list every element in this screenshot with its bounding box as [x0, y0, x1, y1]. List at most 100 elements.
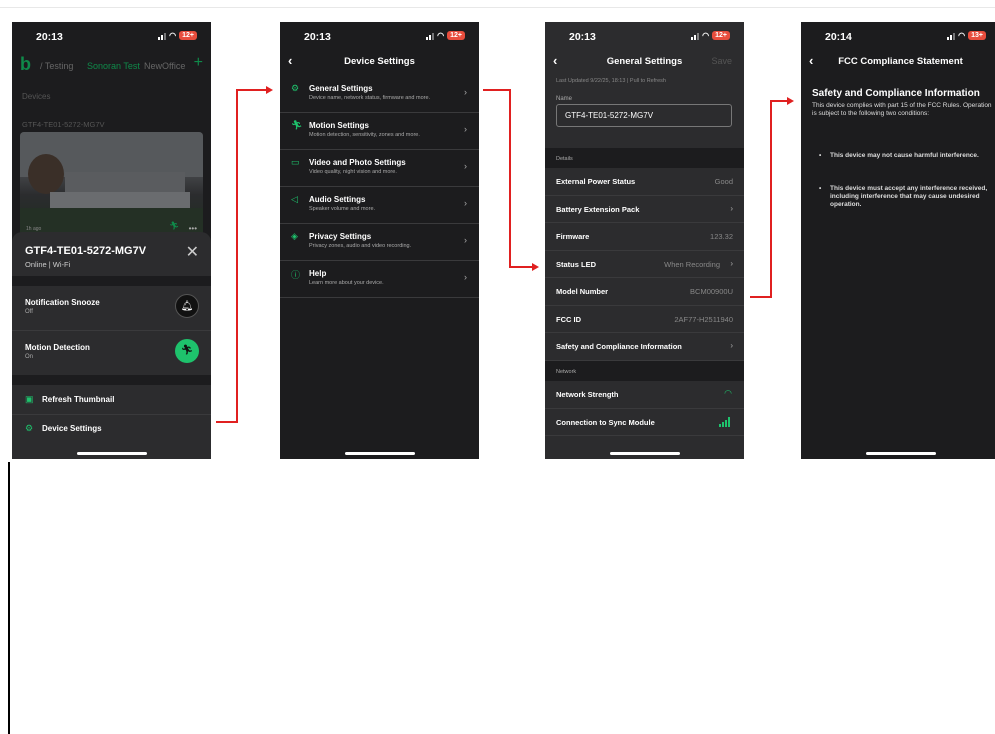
item-description: Video quality, night vision and more.: [309, 169, 397, 175]
sheet-title: GTF4-TE01-5272-MG7V: [25, 245, 147, 257]
chevron-right-icon: ›: [464, 198, 467, 208]
fcc-bullet: • This device may not cause harmful inter…: [819, 152, 989, 160]
nav-bar: ‹ General Settings Save: [545, 52, 744, 72]
item-label: Privacy Settings: [309, 232, 372, 241]
row-label: Safety and Compliance Information: [556, 342, 682, 351]
device-settings-button[interactable]: ⚙ Device Settings: [12, 416, 211, 442]
motion-detection-row[interactable]: Motion Detection On 🏃︎: [12, 331, 211, 375]
help-item[interactable]: ⓘ Help Learn more about your device. ›: [280, 261, 479, 298]
status-bar: 20:13 ◠ 12+: [545, 22, 744, 52]
camera-thumbnail[interactable]: 1h ago 🏃︎ •••: [20, 132, 203, 237]
safety-compliance-row[interactable]: Safety and Compliance Information ›: [545, 333, 744, 361]
status-icons: ◠ 12+: [158, 31, 197, 40]
bell-snooze-icon[interactable]: 🔔︎: [175, 294, 199, 318]
notification-snooze-row[interactable]: Notification Snooze Off 🔔︎: [12, 286, 211, 330]
home-indicator: [344, 452, 415, 455]
network-section-header: Network: [545, 361, 744, 381]
status-bar: 20:13 ◠ 12+: [280, 22, 479, 52]
row-value: Good: [714, 177, 733, 186]
status-bar: 20:14 ◠ 13+: [801, 22, 995, 52]
video-icon: ▭: [291, 157, 300, 167]
left-rule: [8, 462, 10, 734]
home-indicator: [76, 452, 147, 455]
chevron-right-icon: ›: [464, 235, 467, 245]
wifi-icon: ◠: [958, 31, 966, 40]
signal-icon: [158, 32, 167, 40]
row-label: Notification Snooze: [25, 298, 100, 307]
item-label: Motion Settings: [309, 121, 369, 130]
video-photo-settings-item[interactable]: ▭ Video and Photo Settings Video quality…: [280, 150, 479, 187]
refresh-thumbnail-button[interactable]: ▣ Refresh Thumbnail: [12, 387, 211, 413]
audio-settings-item[interactable]: ◁ Audio Settings Speaker volume and more…: [280, 187, 479, 224]
item-description: Device name, network status, firmware an…: [309, 95, 431, 101]
bullet-text: This device may not cause harmful interf…: [830, 152, 979, 159]
gear-icon: ⚙: [291, 83, 300, 93]
chevron-right-icon: ›: [464, 87, 467, 97]
tab-newoffice[interactable]: NewOffice: [144, 61, 185, 71]
device-name-field[interactable]: GTF4-TE01-5272-MG7V: [556, 104, 732, 127]
status-time: 20:14: [825, 31, 852, 43]
wifi-icon: ◠: [702, 31, 710, 40]
battery-icon: 12+: [179, 31, 197, 40]
chevron-right-icon: ›: [730, 203, 733, 213]
wifi-icon: ◠: [169, 31, 177, 40]
device-sheet: GTF4-TE01-5272-MG7V Online | Wi-Fi ✕ Not…: [12, 232, 211, 459]
row-label: Status LED: [556, 259, 597, 269]
item-label: Video and Photo Settings: [309, 158, 406, 167]
signal-bars-icon: [719, 416, 730, 427]
network-strength-row: Network Strength ◠: [545, 381, 744, 409]
name-label: Name: [556, 96, 573, 102]
row-value: Off: [25, 309, 33, 315]
fcc-bullet: • This device must accept any interferenc…: [819, 185, 988, 208]
item-label: Help: [309, 269, 327, 278]
page-title: FCC Compliance Statement: [838, 56, 963, 67]
home-indicator: [609, 452, 680, 455]
status-time: 20:13: [569, 31, 596, 43]
save-button[interactable]: Save: [711, 56, 732, 66]
action-label: Device Settings: [42, 424, 102, 433]
firmware-row: Firmware 123.32: [545, 223, 744, 251]
last-updated-text: Last Updated 9/22/25, 18:13 | Pull to Re…: [556, 78, 666, 84]
item-label: General Settings: [309, 84, 373, 93]
help-icon: ⓘ: [291, 270, 301, 280]
tab-sonoran-test[interactable]: Sonoran Test: [87, 61, 140, 71]
status-icons: ◠ 12+: [426, 31, 465, 40]
signal-icon: [426, 32, 435, 40]
row-value: 123.32: [710, 232, 733, 241]
model-number-row: Model Number BCM00900U: [545, 278, 744, 306]
motion-settings-item[interactable]: 🏃︎ Motion Settings Motion detection, sen…: [280, 113, 479, 150]
fcc-paragraph: This device complies with part 15 of the…: [812, 102, 992, 117]
gear-icon: ⚙: [25, 423, 34, 433]
phone-screen-home: 20:13 ◠ 12+ b / Testing Sonoran Test New…: [12, 22, 211, 459]
tab-testing[interactable]: / Testing: [40, 61, 73, 71]
location-tabs: b / Testing Sonoran Test NewOffice +: [20, 54, 203, 75]
top-rule: [0, 7, 995, 8]
status-led-row[interactable]: Status LED When Recording ›: [545, 250, 744, 278]
signal-icon: [947, 32, 956, 40]
row-value: When Recording: [664, 259, 720, 269]
battery-extension-pack-row[interactable]: Battery Extension Pack ›: [545, 195, 744, 223]
chevron-right-icon: ›: [464, 124, 467, 134]
chevron-right-icon: ›: [464, 161, 467, 171]
item-description: Learn more about your device.: [309, 280, 384, 286]
add-icon[interactable]: +: [194, 54, 203, 72]
status-icons: ◠ 12+: [691, 31, 730, 40]
general-settings-item[interactable]: ⚙ General Settings Device name, network …: [280, 76, 479, 113]
shield-icon: ◈: [291, 231, 298, 241]
chevron-right-icon: ›: [730, 258, 733, 268]
row-label: Firmware: [556, 232, 590, 241]
wifi-icon: ◠: [724, 388, 732, 398]
close-icon[interactable]: ✕: [186, 242, 199, 262]
page-title: Device Settings: [344, 56, 415, 67]
home-indicator: [865, 452, 936, 455]
phone-screen-general-settings: 20:13 ◠ 12+ ‹ General Settings Save Last…: [545, 22, 744, 459]
item-description: Motion detection, sensitivity, zones and…: [309, 132, 420, 138]
section-label: Network: [556, 369, 577, 375]
phone-screen-device-settings: 20:13 ◠ 12+ ‹ Device Settings ⚙ General …: [280, 22, 479, 459]
status-time: 20:13: [304, 31, 331, 43]
row-label: External Power Status: [556, 177, 636, 186]
section-label: Details: [556, 156, 573, 162]
motion-toggle-icon[interactable]: 🏃︎: [175, 339, 199, 363]
privacy-settings-item[interactable]: ◈ Privacy Settings Privacy zones, audio …: [280, 224, 479, 261]
camera-name: GTF4-TE01-5272-MG7V: [22, 120, 105, 129]
